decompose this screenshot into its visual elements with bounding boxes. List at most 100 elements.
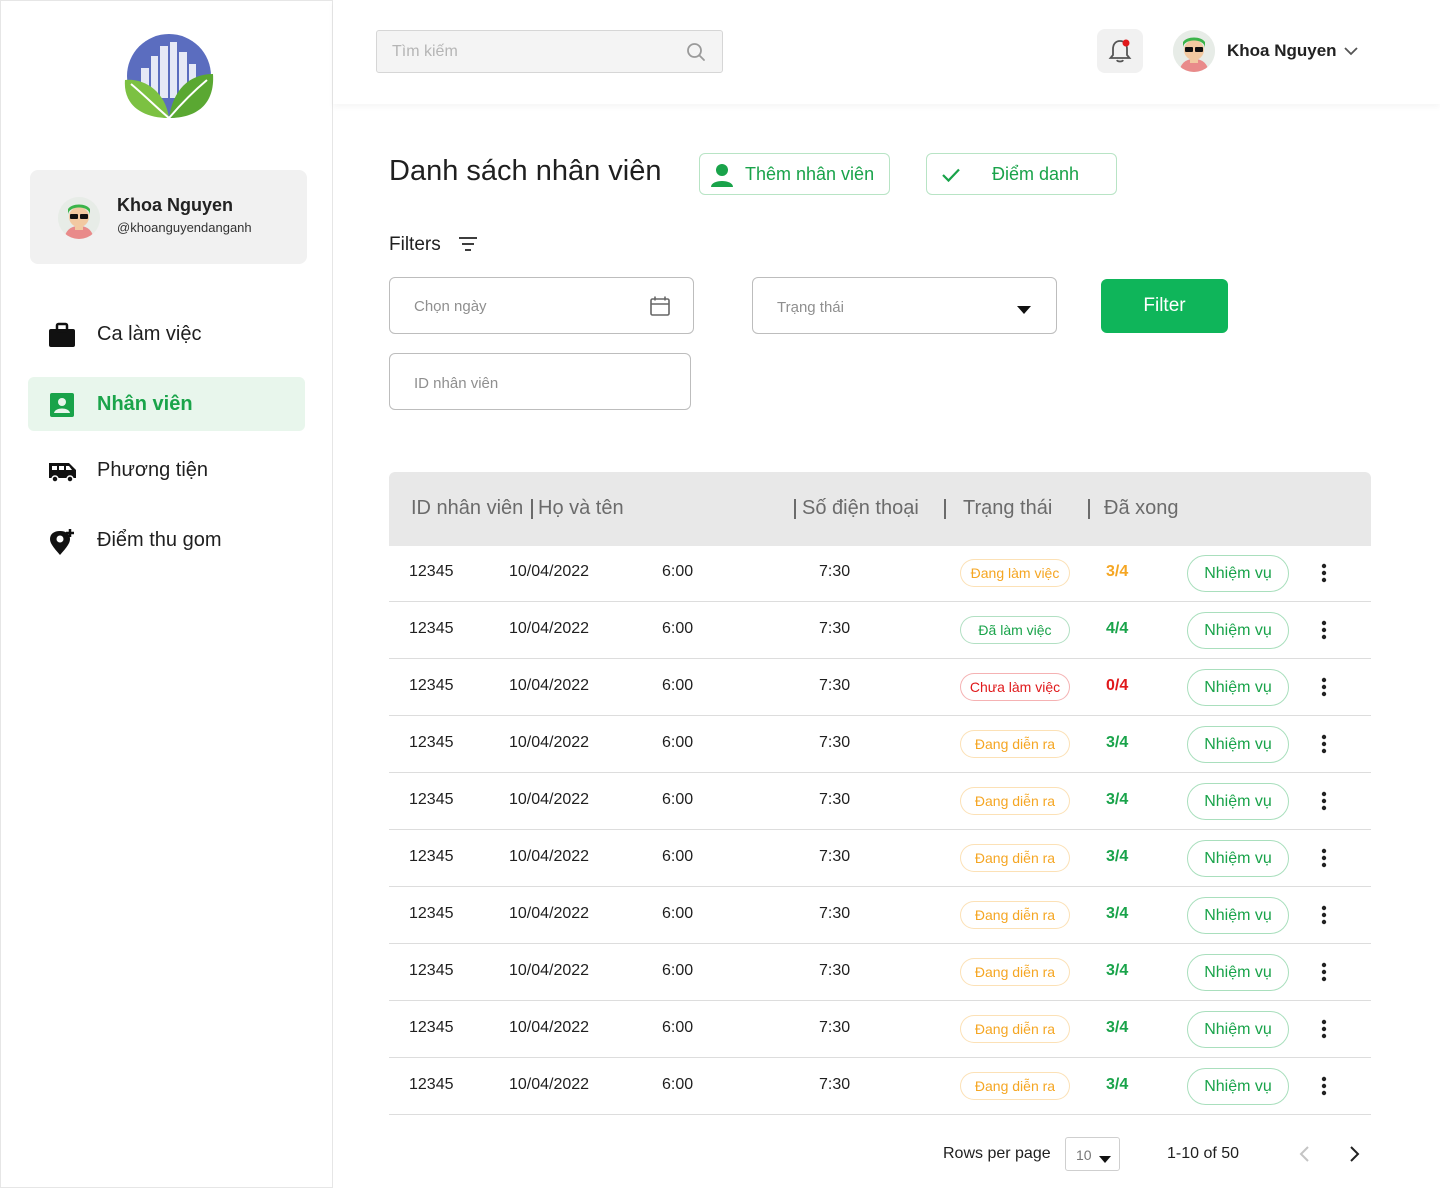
status-select[interactable]: Trạng thái (752, 277, 1057, 334)
attendance-button[interactable]: Điểm danh (926, 153, 1117, 195)
task-button[interactable]: Nhiệm vụ (1187, 726, 1289, 763)
cell-end-time: 7:30 (819, 1076, 851, 1093)
cell-done: 3/4 (1106, 1076, 1129, 1093)
cell-start-time: 6:00 (662, 677, 694, 694)
table-row[interactable]: 12345 10/04/2022 6:00 7:30 Đang làm việc 3/4 N… (389, 545, 1371, 602)
cell-start-time: 6:00 (662, 563, 694, 580)
profile-card[interactable]: Khoa Nguyen @khoanguyendanganh (30, 170, 307, 264)
calendar-icon[interactable] (649, 295, 671, 317)
cell-id: 12345 (409, 848, 454, 865)
cell-id: 12345 (409, 1076, 454, 1093)
sidebar-item-collection-points[interactable]: Điểm thu gom (28, 513, 305, 567)
more-vert-icon[interactable] (1314, 904, 1334, 926)
table-row[interactable]: 12345 10/04/2022 6:00 7:30 Đã làm việc 4/4 Nhi… (389, 602, 1371, 659)
filter-list-icon[interactable] (458, 236, 478, 252)
chevron-right-icon[interactable] (1345, 1144, 1363, 1164)
sidebar-item-label: Nhân viên (97, 392, 193, 415)
table-row[interactable]: 12345 10/04/2022 6:00 7:30 Đang diễn ra 3/4 Nh… (389, 716, 1371, 773)
cell-done: 3/4 (1106, 734, 1129, 751)
cell-id: 12345 (409, 677, 454, 694)
add-location-icon (48, 528, 76, 555)
cell-done: 4/4 (1106, 620, 1129, 637)
avatar (58, 197, 100, 239)
date-placeholder: Chọn ngày (414, 298, 487, 315)
more-vert-icon[interactable] (1314, 961, 1334, 983)
cell-end-time: 7:30 (819, 563, 851, 580)
table-row[interactable]: 12345 10/04/2022 6:00 7:30 Đang diễn ra 3/4 Nh… (389, 944, 1371, 1001)
filters-label: Filters (389, 234, 441, 255)
more-vert-icon[interactable] (1314, 1075, 1334, 1097)
status-badge: Đang diễn ra (960, 1015, 1070, 1043)
more-vert-icon[interactable] (1314, 790, 1334, 812)
cell-date: 10/04/2022 (509, 848, 590, 865)
task-button[interactable]: Nhiệm vụ (1187, 555, 1289, 592)
rows-per-page-value: 10 (1076, 1147, 1092, 1163)
more-vert-icon[interactable] (1314, 619, 1334, 641)
more-vert-icon[interactable] (1314, 1018, 1334, 1040)
cell-end-time: 7:30 (819, 677, 851, 694)
task-button[interactable]: Nhiệm vụ (1187, 840, 1289, 877)
user-menu[interactable]: Khoa Nguyen (1171, 28, 1371, 74)
table-row[interactable]: 12345 10/04/2022 6:00 7:30 Đang diễn ra 3/4 Nh… (389, 830, 1371, 887)
table-row[interactable]: 12345 10/04/2022 6:00 7:30 Đang diễn ra 3/4 Nh… (389, 887, 1371, 944)
column-divider (794, 499, 796, 519)
column-header: Họ và tên (538, 497, 624, 519)
cell-id: 12345 (409, 962, 454, 979)
task-button[interactable]: Nhiệm vụ (1187, 954, 1289, 991)
attendance-label: Điểm danh (992, 164, 1080, 184)
cell-date: 10/04/2022 (509, 677, 590, 694)
avatar (1173, 30, 1215, 72)
task-button[interactable]: Nhiệm vụ (1187, 1011, 1289, 1048)
task-button[interactable]: Nhiệm vụ (1187, 1068, 1289, 1105)
cell-date: 10/04/2022 (509, 734, 590, 751)
column-divider (531, 499, 533, 519)
column-header: ID nhân viên (411, 497, 524, 519)
employee-id-field[interactable]: ID nhân viên (389, 353, 691, 410)
check-icon (941, 167, 961, 183)
sidebar-item-vehicles[interactable]: Phương tiện (28, 443, 305, 497)
sidebar-item-label: Ca làm việc (97, 322, 202, 345)
status-badge: Đã làm việc (960, 616, 1070, 644)
more-vert-icon[interactable] (1314, 733, 1334, 755)
caret-down-icon (1016, 302, 1032, 314)
more-vert-icon[interactable] (1314, 562, 1334, 584)
briefcase-icon (48, 322, 76, 348)
cell-start-time: 6:00 (662, 734, 694, 751)
cell-end-time: 7:30 (819, 848, 851, 865)
task-button[interactable]: Nhiệm vụ (1187, 612, 1289, 649)
search-icon[interactable] (686, 42, 706, 62)
sidebar-item-shifts[interactable]: Ca làm việc (28, 307, 305, 361)
add-employee-button[interactable]: Thêm nhân viên (699, 153, 890, 195)
sidebar-item-label: Điểm thu gom (97, 528, 222, 551)
task-button[interactable]: Nhiệm vụ (1187, 897, 1289, 934)
sidebar-item-employees[interactable]: Nhân viên (28, 377, 305, 431)
table-row[interactable]: 12345 10/04/2022 6:00 7:30 Đang diễn ra 3/4 Nh… (389, 773, 1371, 830)
filter-button[interactable]: Filter (1101, 279, 1228, 333)
task-button[interactable]: Nhiệm vụ (1187, 669, 1289, 706)
column-header: Đã xong (1104, 497, 1179, 519)
table-row[interactable]: 12345 10/04/2022 6:00 7:30 Chưa làm việc 0/4 N… (389, 659, 1371, 716)
cell-done: 3/4 (1106, 962, 1129, 979)
more-vert-icon[interactable] (1314, 847, 1334, 869)
search-input[interactable] (377, 31, 677, 72)
table-row[interactable]: 12345 10/04/2022 6:00 7:30 Đang diễn ra 3/4 Nh… (389, 1058, 1371, 1115)
rows-per-page-select[interactable]: 10 (1065, 1137, 1120, 1171)
more-vert-icon[interactable] (1314, 676, 1334, 698)
cell-date: 10/04/2022 (509, 1019, 590, 1036)
cell-start-time: 6:00 (662, 848, 694, 865)
cell-done: 3/4 (1106, 791, 1129, 808)
task-button[interactable]: Nhiệm vụ (1187, 783, 1289, 820)
notifications-button[interactable] (1097, 29, 1143, 73)
column-divider (1088, 499, 1090, 519)
bell-icon (1108, 38, 1132, 64)
cell-id: 12345 (409, 563, 454, 580)
table-row[interactable]: 12345 10/04/2022 6:00 7:30 Đang diễn ra 3/4 Nh… (389, 1001, 1371, 1058)
cell-done: 3/4 (1106, 848, 1129, 865)
date-picker-field[interactable]: Chọn ngày (389, 277, 694, 334)
chevron-left-icon[interactable] (1296, 1144, 1314, 1164)
status-badge: Đang diễn ra (960, 844, 1070, 872)
cell-date: 10/04/2022 (509, 620, 590, 637)
cell-start-time: 6:00 (662, 791, 694, 808)
profile-handle: @khoanguyendanganh (117, 220, 252, 235)
profile-name: Khoa Nguyen (117, 195, 234, 215)
